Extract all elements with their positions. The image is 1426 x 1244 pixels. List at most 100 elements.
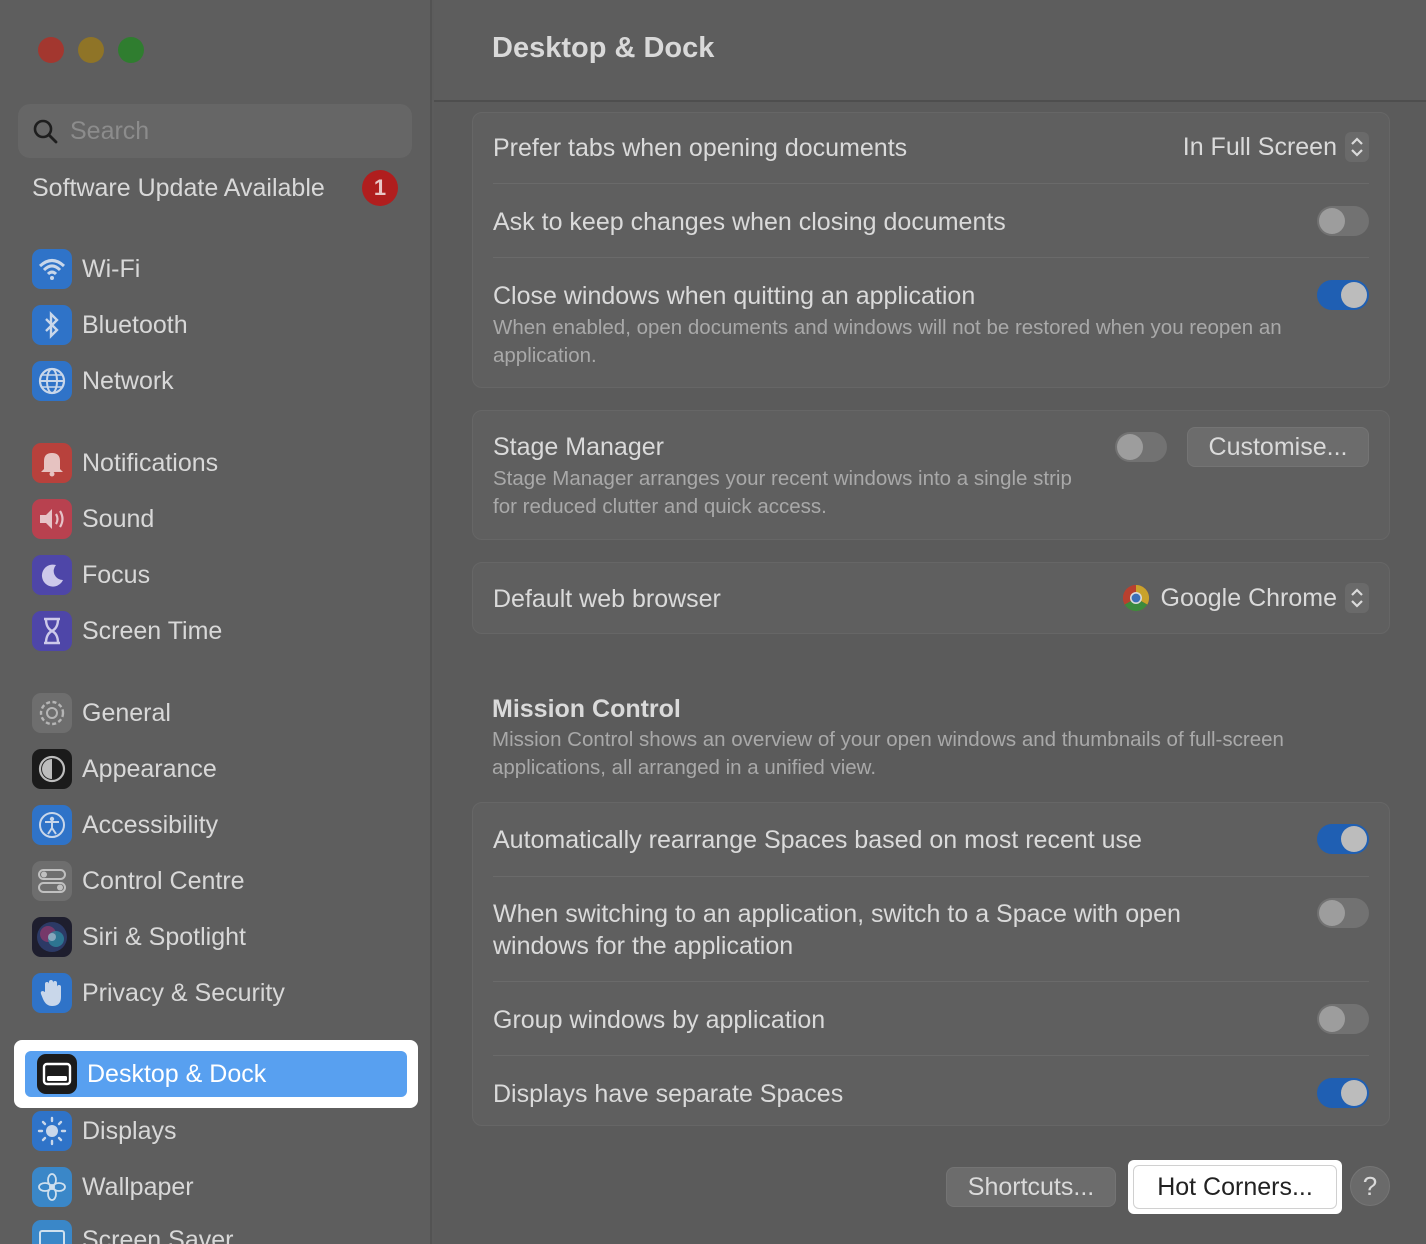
separate-spaces-row: Displays have separate Spaces [493,1078,1369,1110]
sidebar-item-label: General [82,698,171,727]
default-browser-label: Default web browser [493,585,721,613]
appearance-icon [32,749,72,789]
stage-manager-row: Stage Manager Stage Manager arranges you… [493,427,1369,521]
stage-manager-toggle[interactable] [1115,432,1167,462]
main-header: Desktop & Dock [434,0,1426,102]
divider [493,1055,1369,1056]
sidebar-item-label: Focus [82,560,151,589]
sun-icon [32,1111,72,1151]
rearrange-spaces-toggle[interactable] [1317,824,1369,854]
mission-control-description: Mission Control shows an overview of you… [492,728,1284,779]
chrome-icon [1122,584,1149,612]
search-field[interactable] [18,104,412,158]
switch-space-toggle[interactable] [1317,898,1369,928]
sidebar-item-siri[interactable]: Siri & Spotlight [32,915,412,959]
sidebar-item-label: Network [82,366,174,395]
documents-settings-group: Prefer tabs when opening documents In Fu… [472,112,1390,388]
close-window-button[interactable] [38,37,64,63]
stage-manager-group: Stage Manager Stage Manager arranges you… [472,410,1390,540]
software-update-label: Software Update Available [32,173,325,202]
sidebar-item-label: Screen Time [82,616,223,645]
sidebar-item-sound[interactable]: Sound [32,497,412,541]
sidebar-item-label: Screen Saver [82,1225,234,1244]
shortcuts-button[interactable]: Shortcuts... [946,1167,1116,1207]
browser-group: Default web browser Google Chrome [472,562,1390,634]
sidebar-item-general[interactable]: General [32,691,412,735]
switch-space-row: When switching to an application, switch… [493,898,1369,962]
main-pane: Desktop & Dock Prefer tabs when opening … [434,0,1426,1244]
close-windows-toggle[interactable] [1317,280,1369,310]
sidebar-item-privacy[interactable]: Privacy & Security [32,971,412,1015]
zoom-window-button[interactable] [118,37,144,63]
search-input[interactable] [70,116,370,146]
sidebar-item-bluetooth[interactable]: Bluetooth [32,303,412,347]
sidebar-item-accessibility[interactable]: Accessibility [32,803,412,847]
siri-icon [32,917,72,957]
sidebar: Software Update Available 1 Wi-Fi Blueto… [0,0,432,1244]
sidebar-item-label: Siri & Spotlight [82,922,246,951]
moon-icon [32,555,72,595]
sidebar-item-label: Displays [82,1116,177,1145]
chevron-updown-icon [1345,132,1369,162]
help-button[interactable]: ? [1350,1166,1390,1206]
sidebar-item-selected-highlight: Desktop & Dock [25,1051,407,1097]
group-windows-toggle[interactable] [1317,1004,1369,1034]
bluetooth-icon [32,305,72,345]
separate-spaces-label: Displays have separate Spaces [493,1080,844,1108]
sidebar-item-label: Privacy & Security [82,978,285,1007]
settings-window: Software Update Available 1 Wi-Fi Blueto… [0,0,1426,1244]
hourglass-icon [32,611,72,651]
mission-control-group: Automatically rearrange Spaces based on … [472,802,1390,1126]
gear-icon [32,693,72,733]
rearrange-spaces-label: Automatically rearrange Spaces based on … [493,826,1142,854]
sidebar-item-label: Notifications [82,448,219,477]
prefer-tabs-label: Prefer tabs when opening documents [493,134,908,162]
close-windows-row: Close windows when quitting an applicati… [493,280,1369,370]
close-windows-description: When enabled, open documents and windows… [493,316,1282,367]
default-browser-popup[interactable]: Google Chrome [1121,583,1369,613]
rearrange-spaces-row: Automatically rearrange Spaces based on … [493,824,1369,856]
sidebar-item-label: Appearance [82,754,217,783]
prefer-tabs-value: In Full Screen [1182,132,1337,161]
default-browser-value: Google Chrome [1160,583,1337,612]
sidebar-item-appearance[interactable]: Appearance [32,747,412,791]
sidebar-item-notifications[interactable]: Notifications [32,441,412,485]
minimize-window-button[interactable] [78,37,104,63]
wifi-icon [32,249,72,289]
sidebar-item-control-centre[interactable]: Control Centre [32,859,412,903]
bell-icon [32,443,72,483]
ask-keep-toggle[interactable] [1317,206,1369,236]
divider [493,876,1369,877]
software-update-item[interactable]: Software Update Available 1 [32,168,402,208]
hot-corners-button[interactable]: Hot Corners... [1133,1165,1337,1209]
mission-control-heading: Mission Control [492,695,681,723]
prefer-tabs-popup[interactable]: In Full Screen [1183,132,1369,162]
chevron-updown-icon [1345,583,1369,613]
sidebar-item-label: Bluetooth [82,310,188,339]
switches-icon [32,861,72,901]
sidebar-item-wifi[interactable]: Wi-Fi [32,247,412,291]
sidebar-item-label: Desktop & Dock [87,1059,267,1088]
hot-corners-highlight: Hot Corners... [1128,1160,1342,1214]
search-icon [33,119,58,144]
sidebar-item-screen-saver[interactable]: Screen Saver [32,1218,412,1244]
divider [493,183,1369,184]
sidebar-item-wallpaper[interactable]: Wallpaper [32,1165,412,1209]
page-title: Desktop & Dock [492,32,715,64]
sidebar-item-screen-time[interactable]: Screen Time [32,609,412,653]
default-browser-row: Default web browser Google Chrome [493,583,1369,615]
separate-spaces-toggle[interactable] [1317,1078,1369,1108]
divider [493,981,1369,982]
sidebar-item-focus[interactable]: Focus [32,553,412,597]
sidebar-item-displays[interactable]: Displays [32,1109,412,1153]
sidebar-item-desktop-dock[interactable]: Desktop & Dock [14,1040,418,1108]
group-windows-row: Group windows by application [493,1004,1369,1036]
stage-manager-label: Stage Manager [493,433,664,461]
ask-keep-label: Ask to keep changes when closing documen… [493,208,1006,236]
customise-button[interactable]: Customise... [1187,427,1369,467]
dock-icon [37,1054,77,1094]
sidebar-item-label: Wi-Fi [82,254,141,283]
close-windows-label: Close windows when quitting an applicati… [493,282,976,310]
sidebar-item-label: Sound [82,504,155,533]
sidebar-item-network[interactable]: Network [32,359,412,403]
